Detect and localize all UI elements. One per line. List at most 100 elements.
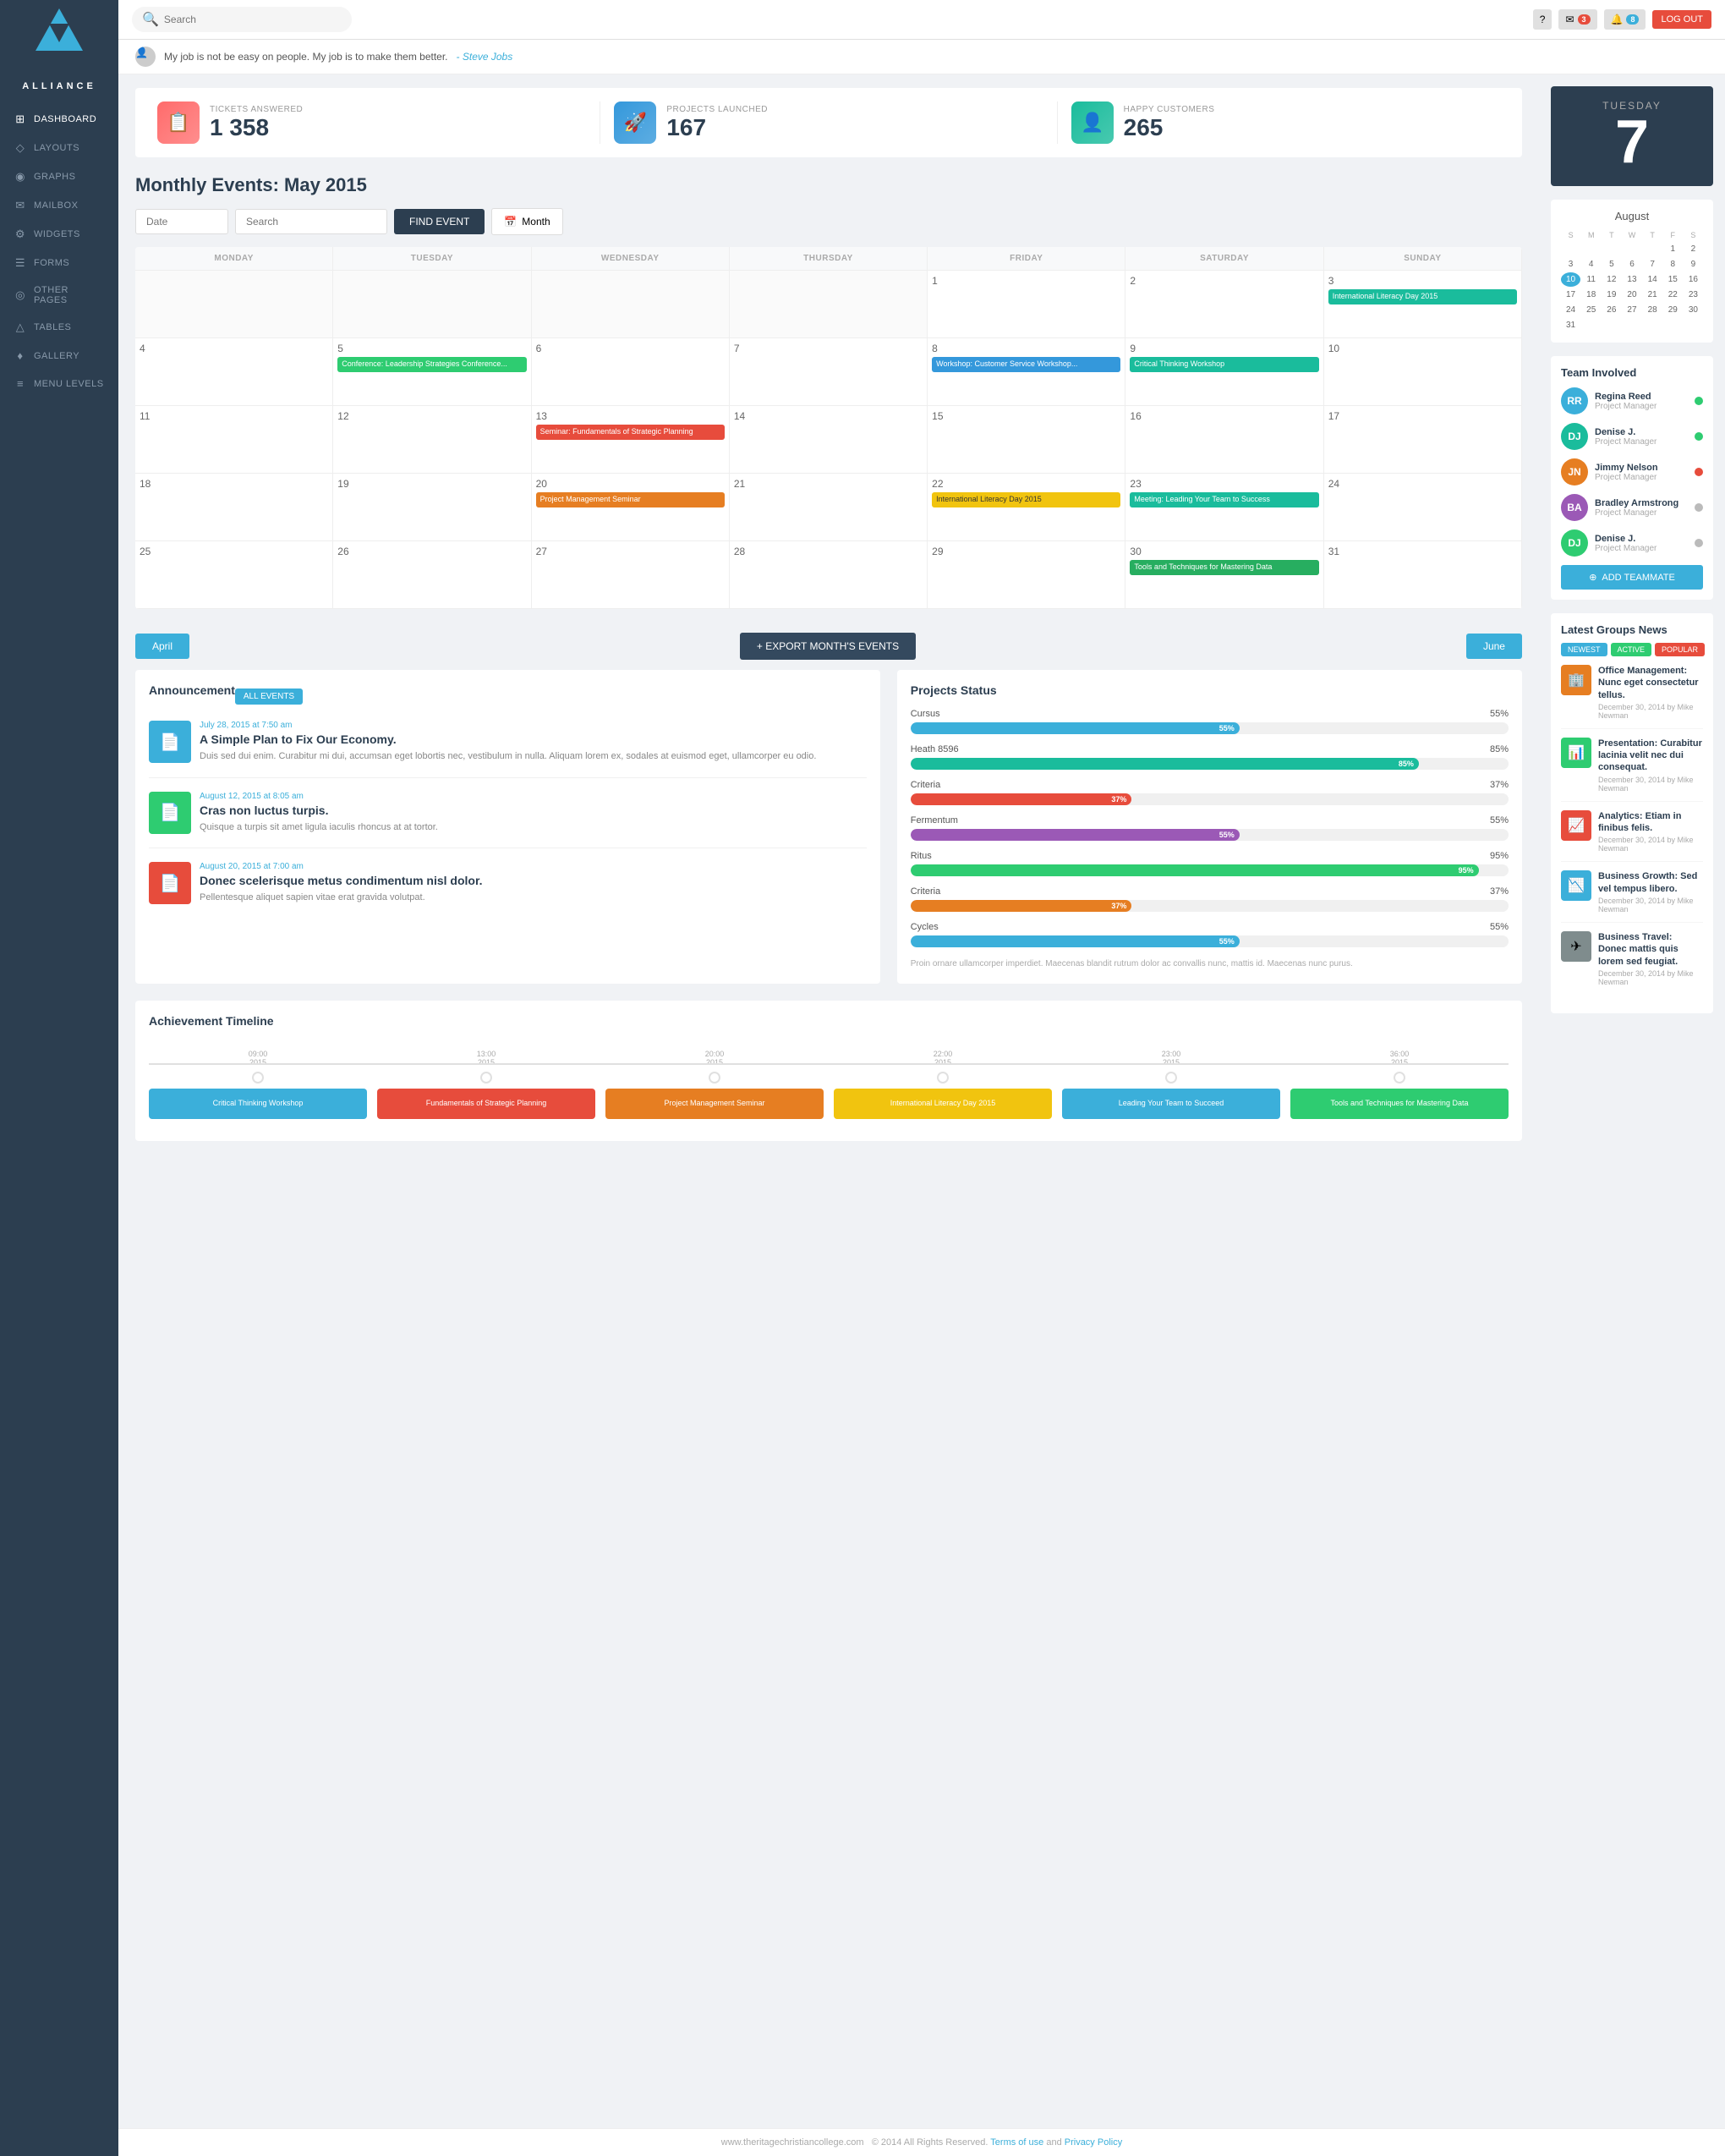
mini-cal-day[interactable]: 1 — [1663, 242, 1683, 256]
month-button[interactable]: 📅 Month — [491, 208, 562, 235]
sidebar-item-layouts[interactable]: ◇LAYOUTS — [0, 134, 118, 162]
calendar-event[interactable]: Critical Thinking Workshop — [1130, 357, 1318, 372]
search-input[interactable] — [164, 14, 342, 25]
calendar-cell[interactable] — [730, 271, 928, 338]
export-button[interactable]: + EXPORT MONTH'S EVENTS — [740, 633, 916, 660]
mini-cal-day[interactable]: 11 — [1581, 272, 1601, 287]
calendar-cell[interactable]: 7 — [730, 338, 928, 406]
news-tab-newest[interactable]: NEWEST — [1561, 643, 1607, 656]
mail-button[interactable]: ✉ 3 — [1558, 9, 1596, 30]
sidebar-item-tables[interactable]: △TABLES — [0, 313, 118, 342]
calendar-cell[interactable]: 1 — [928, 271, 1125, 338]
mini-cal-day[interactable]: 8 — [1663, 257, 1683, 272]
calendar-event[interactable]: Project Management Seminar — [536, 492, 725, 507]
sidebar-item-mailbox[interactable]: ✉MAILBOX — [0, 191, 118, 220]
mini-cal-day[interactable]: 10 — [1561, 272, 1580, 287]
sidebar-item-graphs[interactable]: ◉GRAPHS — [0, 162, 118, 191]
calendar-cell[interactable] — [135, 271, 333, 338]
calendar-cell[interactable]: 12 — [333, 406, 531, 474]
calendar-event[interactable]: Meeting: Leading Your Team to Success — [1130, 492, 1318, 507]
mini-cal-day[interactable]: 28 — [1643, 303, 1662, 317]
date-input[interactable] — [135, 209, 228, 234]
calendar-cell[interactable]: 22International Literacy Day 2015 — [928, 474, 1125, 541]
privacy-link[interactable]: Privacy Policy — [1065, 2137, 1122, 2148]
calendar-cell[interactable]: 14 — [730, 406, 928, 474]
sidebar-item-other-pages[interactable]: ◎OTHER PAGES — [0, 277, 118, 313]
mini-cal-day[interactable]: 25 — [1581, 303, 1601, 317]
mini-cal-day[interactable]: 21 — [1643, 288, 1662, 302]
calendar-cell[interactable]: 31 — [1324, 541, 1522, 609]
calendar-cell[interactable]: 24 — [1324, 474, 1522, 541]
mini-cal-day[interactable]: 6 — [1622, 257, 1641, 272]
calendar-cell[interactable]: 4 — [135, 338, 333, 406]
find-event-button[interactable]: FIND EVENT — [394, 209, 485, 234]
sidebar-item-dashboard[interactable]: ⊞DASHBOARD — [0, 105, 118, 134]
calendar-cell[interactable]: 5Conference: Leadership Strategies Confe… — [333, 338, 531, 406]
news-tab-active[interactable]: ACTIVE — [1611, 643, 1652, 656]
calendar-cell[interactable] — [333, 271, 531, 338]
calendar-cell[interactable]: 26 — [333, 541, 531, 609]
mini-cal-day[interactable]: 20 — [1622, 288, 1641, 302]
mini-cal-day[interactable]: 12 — [1602, 272, 1621, 287]
mini-cal-day[interactable]: 22 — [1663, 288, 1683, 302]
next-month-button[interactable]: June — [1466, 634, 1522, 659]
calendar-cell[interactable]: 11 — [135, 406, 333, 474]
calendar-event[interactable]: Workshop: Customer Service Workshop... — [932, 357, 1120, 372]
mini-cal-day[interactable]: 5 — [1602, 257, 1621, 272]
calendar-event[interactable]: International Literacy Day 2015 — [932, 492, 1120, 507]
mini-cal-day[interactable]: 31 — [1561, 318, 1580, 332]
calendar-cell[interactable]: 25 — [135, 541, 333, 609]
mini-cal-day[interactable]: 17 — [1561, 288, 1580, 302]
mini-cal-day[interactable]: 13 — [1622, 272, 1641, 287]
prev-month-button[interactable]: April — [135, 634, 189, 659]
mini-cal-day[interactable]: 7 — [1643, 257, 1662, 272]
calendar-event[interactable]: Conference: Leadership Strategies Confer… — [337, 357, 526, 372]
mini-cal-day[interactable]: 23 — [1684, 288, 1703, 302]
calendar-cell[interactable]: 29 — [928, 541, 1125, 609]
calendar-cell[interactable]: 28 — [730, 541, 928, 609]
calendar-cell[interactable] — [532, 271, 730, 338]
add-teammate-button[interactable]: ⊕ ADD TEAMMATE — [1561, 565, 1703, 590]
mini-cal-day[interactable]: 14 — [1643, 272, 1662, 287]
sidebar-item-menu-levels[interactable]: ≡MENU LEVELS — [0, 370, 118, 398]
sidebar-item-widgets[interactable]: ⚙WIDGETS — [0, 220, 118, 249]
mini-cal-day[interactable]: 9 — [1684, 257, 1703, 272]
calendar-cell[interactable]: 8Workshop: Customer Service Workshop... — [928, 338, 1125, 406]
mini-cal-day[interactable]: 26 — [1602, 303, 1621, 317]
mini-cal-day[interactable]: 18 — [1581, 288, 1601, 302]
calendar-cell[interactable]: 16 — [1125, 406, 1323, 474]
calendar-cell[interactable]: 21 — [730, 474, 928, 541]
calendar-cell[interactable]: 30Tools and Techniques for Mastering Dat… — [1125, 541, 1323, 609]
calendar-cell[interactable]: 2 — [1125, 271, 1323, 338]
help-button[interactable]: ? — [1533, 9, 1552, 30]
calendar-cell[interactable]: 13Seminar: Fundamentals of Strategic Pla… — [532, 406, 730, 474]
mini-cal-day[interactable]: 4 — [1581, 257, 1601, 272]
calendar-cell[interactable]: 23Meeting: Leading Your Team to Success — [1125, 474, 1323, 541]
mini-cal-day[interactable]: 2 — [1684, 242, 1703, 256]
all-events-button[interactable]: ALL EVENTS — [235, 688, 303, 705]
calendar-cell[interactable]: 17 — [1324, 406, 1522, 474]
mini-cal-day[interactable]: 29 — [1663, 303, 1683, 317]
sidebar-item-gallery[interactable]: ♦GALLERY — [0, 342, 118, 370]
calendar-event[interactable]: International Literacy Day 2015 — [1328, 289, 1517, 304]
calendar-cell[interactable]: 20Project Management Seminar — [532, 474, 730, 541]
logout-button[interactable]: LOG OUT — [1652, 10, 1711, 29]
mini-cal-day[interactable]: 19 — [1602, 288, 1621, 302]
calendar-cell[interactable]: 15 — [928, 406, 1125, 474]
calendar-cell[interactable]: 19 — [333, 474, 531, 541]
mini-cal-day[interactable]: 30 — [1684, 303, 1703, 317]
calendar-cell[interactable]: 18 — [135, 474, 333, 541]
sidebar-item-forms[interactable]: ☰FORMS — [0, 249, 118, 277]
calendar-event[interactable]: Tools and Techniques for Mastering Data — [1130, 560, 1318, 575]
calendar-cell[interactable]: 3International Literacy Day 2015 — [1324, 271, 1522, 338]
mini-cal-day[interactable]: 3 — [1561, 257, 1580, 272]
terms-link[interactable]: Terms of use — [990, 2137, 1043, 2148]
mini-cal-day[interactable]: 16 — [1684, 272, 1703, 287]
calendar-search-input[interactable] — [235, 209, 387, 234]
mini-cal-day[interactable]: 27 — [1622, 303, 1641, 317]
calendar-cell[interactable]: 27 — [532, 541, 730, 609]
bell-button[interactable]: 🔔 8 — [1604, 9, 1646, 30]
mini-cal-day[interactable]: 15 — [1663, 272, 1683, 287]
calendar-cell[interactable]: 10 — [1324, 338, 1522, 406]
calendar-cell[interactable]: 6 — [532, 338, 730, 406]
